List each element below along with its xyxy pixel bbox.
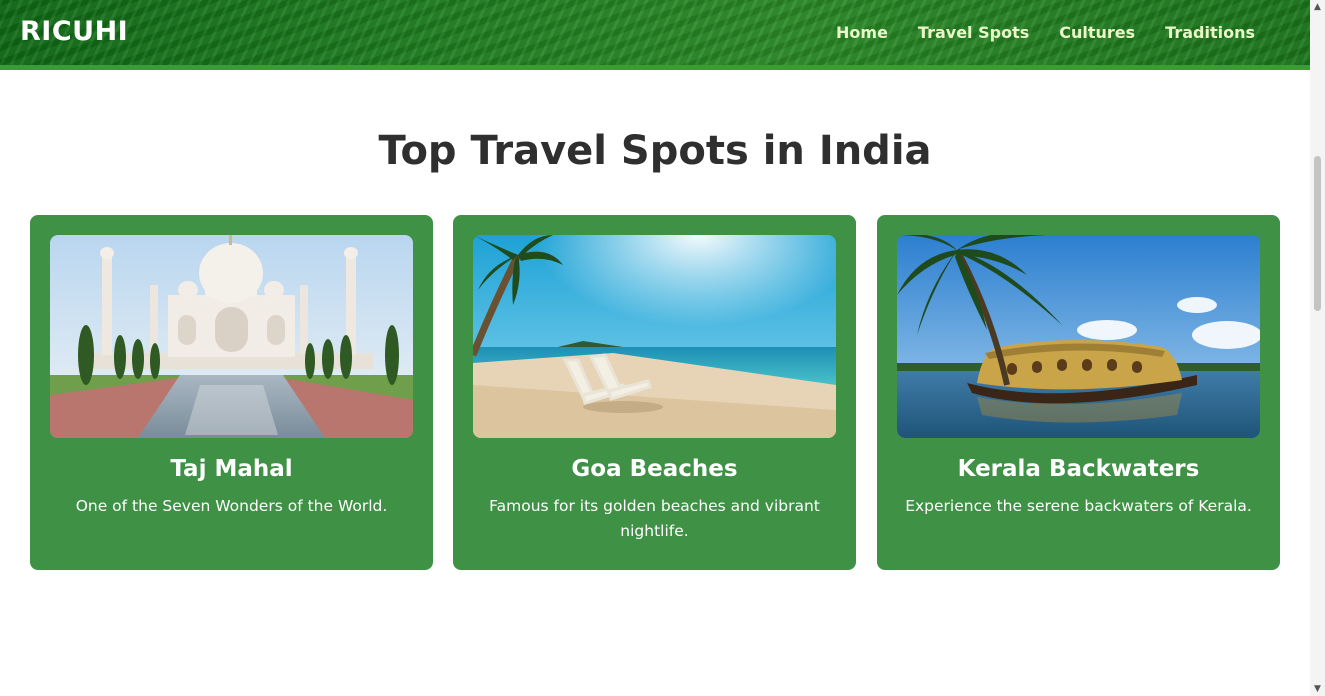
card-title: Taj Mahal: [170, 456, 293, 482]
card-description: One of the Seven Wonders of the World.: [75, 497, 388, 515]
travel-card-taj-mahal[interactable]: Taj Mahal One of the Seven Wonders of th…: [30, 215, 433, 570]
page-title: Top Travel Spots in India: [378, 128, 932, 174]
card-description: Famous for its golden beaches and vibran…: [489, 497, 820, 540]
site-header: RICUHI Home Travel Spots Cultures Tradit…: [0, 0, 1310, 70]
travel-card-goa-beaches[interactable]: Goa Beaches Famous for its golden beache…: [453, 215, 856, 570]
page-scrollbar[interactable]: ▲ ▼: [1310, 0, 1325, 696]
goa-beach-image: [473, 235, 836, 438]
card-description: Experience the serene backwaters of Kera…: [905, 497, 1252, 515]
main-nav: Home Travel Spots Cultures Traditions: [836, 23, 1255, 42]
card-title: Kerala Backwaters: [957, 456, 1200, 482]
card-title: Goa Beaches: [571, 456, 738, 482]
nav-traditions-link[interactable]: Traditions: [1165, 23, 1255, 42]
page: RICUHI Home Travel Spots Cultures Tradit…: [0, 0, 1325, 696]
scroll-down-arrow-icon[interactable]: ▼: [1310, 684, 1325, 694]
nav-home-link[interactable]: Home: [836, 23, 888, 42]
site-logo[interactable]: RICUHI: [20, 16, 128, 47]
taj-mahal-image: [50, 235, 413, 438]
nav-cultures-link[interactable]: Cultures: [1059, 23, 1135, 42]
nav-travel-spots-link[interactable]: Travel Spots: [918, 23, 1029, 42]
scroll-up-arrow-icon[interactable]: ▲: [1310, 2, 1325, 12]
scrollbar-thumb[interactable]: [1314, 156, 1321, 311]
kerala-houseboat-image: [897, 235, 1260, 438]
travel-card-kerala-backwaters[interactable]: Kerala Backwaters Experience the serene …: [877, 215, 1280, 570]
